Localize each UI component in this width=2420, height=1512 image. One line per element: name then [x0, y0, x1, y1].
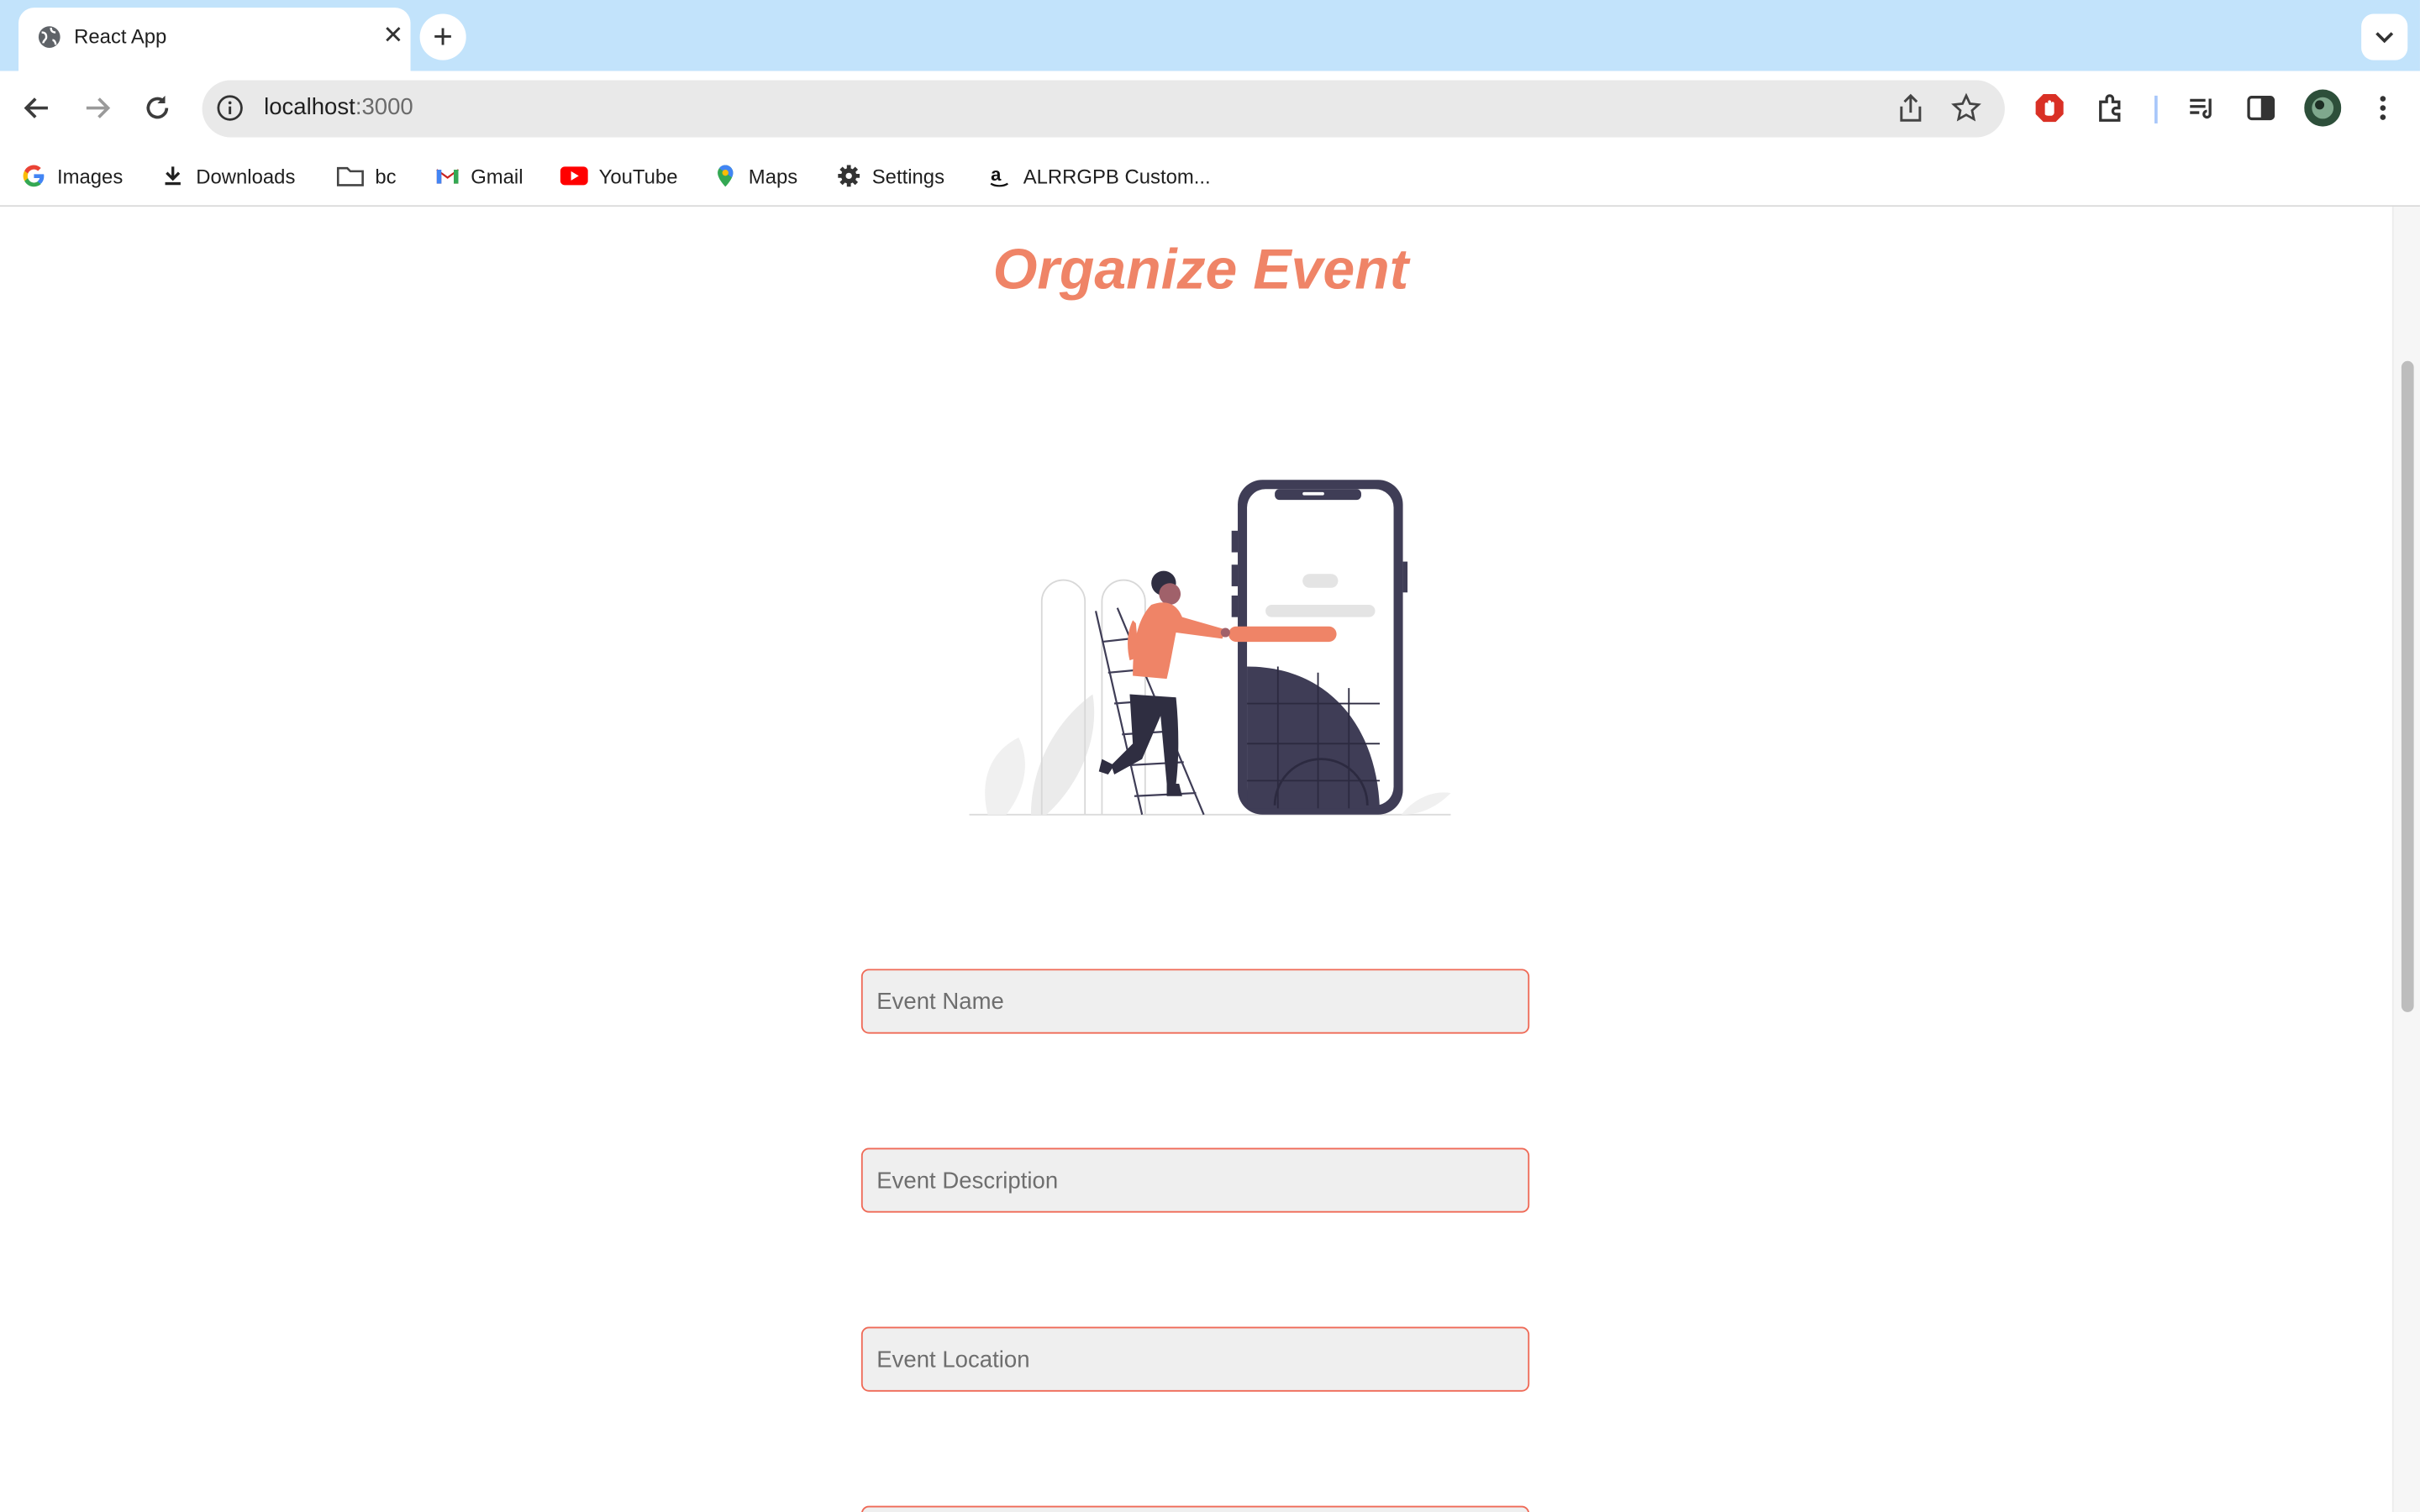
chevron-down-icon [2375, 32, 2394, 44]
extensions-icon[interactable] [2094, 91, 2128, 124]
youtube-icon [560, 166, 588, 186]
bookmark-settings[interactable]: Settings [836, 160, 944, 192]
reload-button[interactable] [139, 90, 176, 127]
gear-icon [838, 165, 860, 187]
browser-tab[interactable]: React App ✕ [18, 8, 411, 71]
page-title: Organize Event [992, 237, 1409, 302]
bookmark-label: Images [56, 164, 124, 188]
bookmark-label: Settings [871, 164, 945, 188]
close-tab-icon[interactable]: ✕ [383, 20, 404, 51]
media-controls-icon[interactable] [2186, 91, 2219, 124]
bookmark-star-icon[interactable] [1951, 92, 1982, 123]
gmail-icon [436, 169, 460, 184]
bookmark-label: Maps [748, 164, 798, 188]
bookmark-images[interactable]: Images [22, 160, 124, 192]
forward-button[interactable] [79, 90, 116, 127]
bookmark-label: Gmail [471, 164, 523, 188]
event-name-input[interactable] [860, 969, 1530, 1034]
event-description-input[interactable] [860, 1147, 1530, 1213]
forward-arrow-icon [86, 97, 111, 118]
bookmark-label: Downloads [196, 164, 296, 188]
maps-icon [718, 165, 734, 187]
adblock-icon[interactable] [2033, 91, 2066, 124]
url-port: :3000 [355, 94, 413, 121]
bookmark-youtube[interactable]: YouTube [560, 160, 678, 192]
bookmark-gmail[interactable]: Gmail [435, 160, 523, 192]
more-menu-icon[interactable] [2366, 91, 2400, 124]
scrollbar-thumb[interactable] [2401, 360, 2414, 1012]
toolbar-divider [2154, 95, 2158, 123]
bookmark-label: YouTube [598, 164, 678, 188]
bookmark-label: ALRRGPB Custom... [1023, 164, 1211, 188]
back-button[interactable] [18, 90, 55, 127]
reload-icon [146, 95, 169, 119]
tab-title: React App [74, 24, 167, 48]
page-content: Organize Event [0, 207, 2392, 1512]
svg-text:a: a [991, 164, 1002, 185]
site-info-icon[interactable] [216, 94, 244, 122]
new-tab-button[interactable]: + [419, 13, 466, 60]
profile-avatar[interactable] [2304, 89, 2342, 127]
side-panel-icon[interactable] [2244, 91, 2278, 124]
globe-icon [38, 26, 60, 48]
google-icon [23, 165, 45, 187]
tab-search-button[interactable] [2361, 13, 2408, 60]
share-icon[interactable] [1895, 92, 1926, 123]
bookmark-bc[interactable]: bc [336, 160, 397, 192]
next-form-field[interactable] [860, 1505, 1530, 1512]
address-bar[interactable]: localhost:3000 [202, 80, 2005, 138]
url-host: localhost [264, 94, 355, 121]
bookmark-label: bc [375, 164, 397, 188]
bookmarks-bar: Images Downloads bc Gmail YouTube Maps S… [0, 144, 2420, 207]
download-icon [165, 166, 181, 186]
organize-event-illustration [969, 480, 1451, 816]
bookmark-amazon[interactable]: a ALRRGPB Custom... [987, 160, 1211, 192]
browser-toolbar: localhost:3000 [0, 71, 2420, 145]
bookmark-maps[interactable]: Maps [713, 160, 798, 192]
amazon-icon: a [990, 164, 1008, 187]
bookmark-downloads[interactable]: Downloads [160, 160, 295, 192]
tab-strip: React App ✕ + [0, 0, 2420, 71]
page-scrollbar[interactable] [2391, 207, 2420, 1512]
back-arrow-icon [24, 97, 48, 118]
event-location-input[interactable] [860, 1326, 1530, 1392]
url-text: localhost:3000 [264, 94, 413, 120]
folder-icon [336, 166, 364, 186]
